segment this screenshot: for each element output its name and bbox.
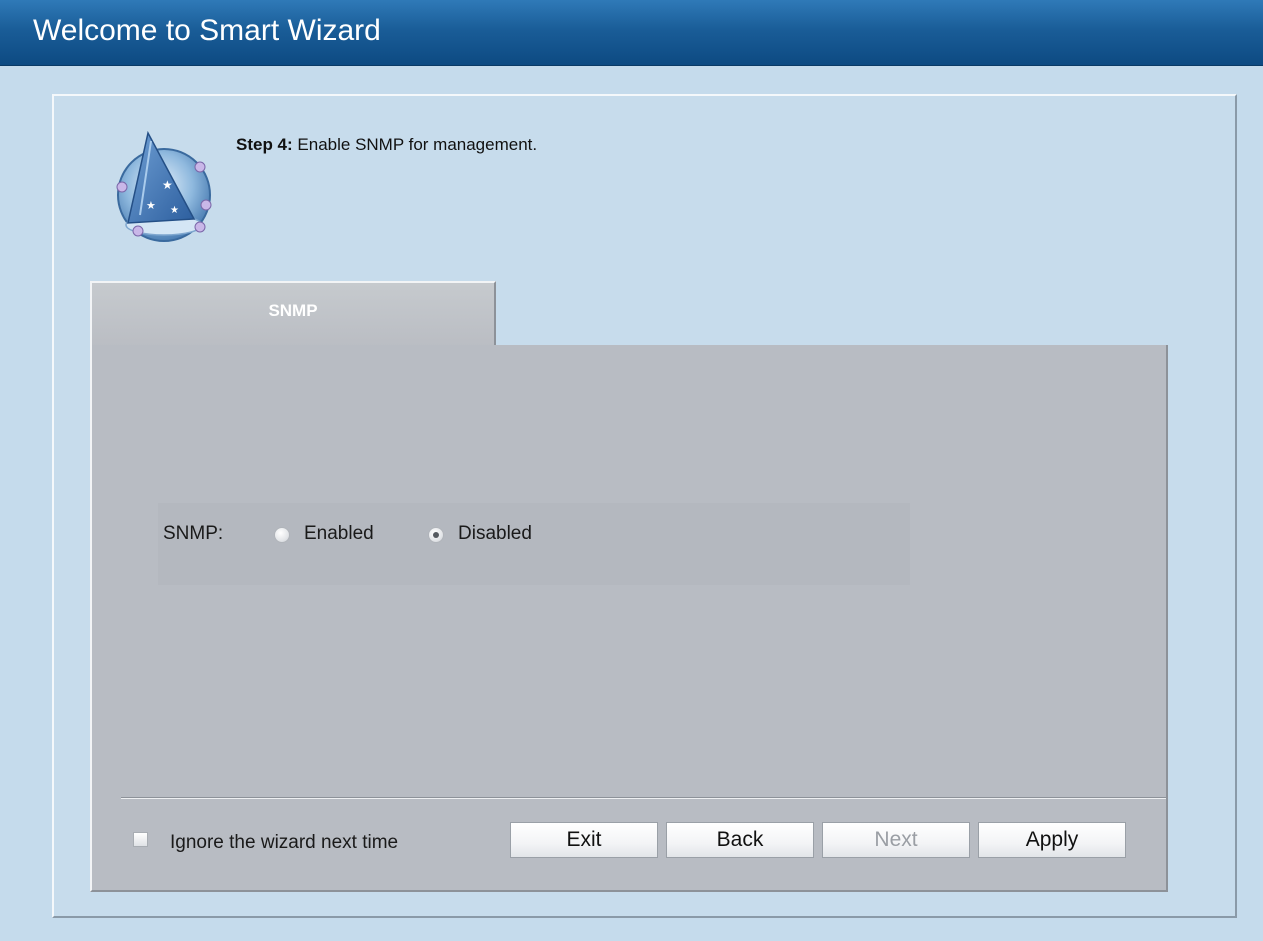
next-button[interactable]: Next (822, 822, 970, 858)
snmp-enabled-radio[interactable] (274, 527, 290, 543)
apply-button[interactable]: Apply (978, 822, 1126, 858)
snmp-enabled-label[interactable]: Enabled (304, 523, 374, 545)
tab-snmp[interactable]: SNMP (90, 281, 496, 347)
snmp-disabled-radio[interactable] (428, 527, 444, 543)
svg-text:★: ★ (162, 178, 173, 192)
step-description: Enable SNMP for management. (292, 135, 538, 154)
window-title: Welcome to Smart Wizard (33, 14, 381, 47)
exit-button[interactable]: Exit (510, 822, 658, 858)
tab-snmp-label: SNMP (268, 301, 318, 320)
step-number: Step 4: (236, 135, 293, 154)
wizard-hat-icon: ★ ★ ★ (104, 127, 222, 245)
footer-divider (121, 797, 1166, 799)
back-button[interactable]: Back (666, 822, 814, 858)
tab-content-panel (90, 345, 1168, 892)
ignore-wizard-checkbox[interactable] (133, 832, 148, 847)
title-bar: Welcome to Smart Wizard (0, 0, 1263, 66)
svg-text:★: ★ (170, 205, 179, 216)
snmp-label: SNMP: (163, 523, 224, 544)
ignore-wizard-label[interactable]: Ignore the wizard next time (170, 832, 398, 854)
step-instruction: Step 4: Enable SNMP for management. (236, 135, 537, 155)
snmp-disabled-label[interactable]: Disabled (458, 523, 532, 545)
snmp-setting-row (158, 503, 910, 585)
svg-text:★: ★ (146, 199, 156, 212)
